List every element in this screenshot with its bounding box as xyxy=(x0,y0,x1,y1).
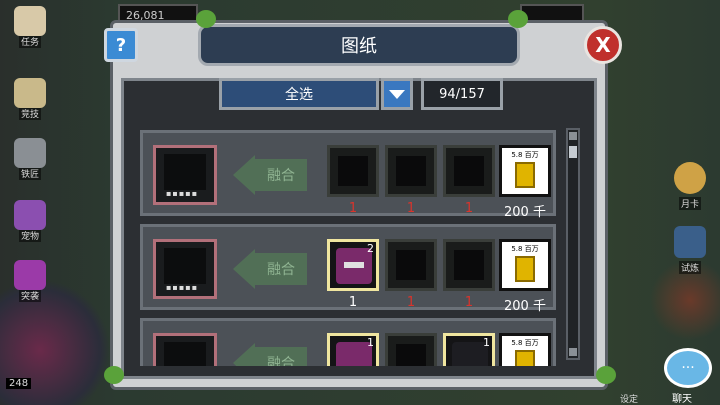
vine-decoration xyxy=(104,366,124,384)
menu-pet[interactable]: 宠物 xyxy=(8,198,52,242)
fuse-button[interactable]: 融合 xyxy=(233,249,313,289)
unknown-monster-icon xyxy=(454,250,484,280)
unknown-monster-icon xyxy=(396,250,426,280)
fuse-button[interactable]: 融合 xyxy=(233,155,313,195)
vine-decoration xyxy=(596,366,616,384)
result-slot[interactable]: ▪▪▪▪▪ xyxy=(153,239,217,299)
unknown-monster-icon xyxy=(164,342,206,366)
ingredient-qty: 1 xyxy=(348,295,358,310)
price: 200 千 xyxy=(504,299,546,314)
recipe-list[interactable]: ▪▪▪▪▪ 融合 1 1 1 5.8 百万 200 千 ▪▪▪▪▪ 融合 2 1… xyxy=(130,126,560,366)
arrow-left-icon xyxy=(233,343,255,366)
star-dots: ▪▪▪▪▪ xyxy=(166,283,199,292)
player-level: 248 xyxy=(6,378,32,389)
filter-select[interactable]: 全选 xyxy=(219,78,379,110)
filter-dropdown-button[interactable] xyxy=(381,78,413,110)
recipe-row[interactable]: ▪▪▪▪▪ 融合 1 1 1 5.8 百万 200 千 xyxy=(140,130,556,220)
gold-cost-label: 5.8 百万 xyxy=(511,151,539,159)
crystal-icon xyxy=(14,260,46,290)
menu-monthly-card[interactable]: 月卡 xyxy=(668,160,712,210)
gold-bar-icon xyxy=(515,350,535,366)
blueprint-count: 94/157 xyxy=(421,78,503,110)
unknown-monster-icon xyxy=(396,344,426,366)
gold-bar-icon xyxy=(515,162,535,188)
help-button[interactable]: ? xyxy=(104,28,138,62)
fuse-label: 融合 xyxy=(255,159,307,191)
swords-icon xyxy=(14,78,46,108)
gold-cost: 5.8 百万 xyxy=(499,333,551,366)
owned-count: 1 xyxy=(367,336,374,349)
ingredient-slot[interactable]: 1 xyxy=(327,333,379,366)
chat-button[interactable]: ··· xyxy=(664,348,712,388)
vine-decoration xyxy=(196,10,216,28)
ingredient-slot[interactable]: 1 xyxy=(443,333,495,366)
scroll-thumb[interactable] xyxy=(569,146,577,158)
arrow-left-icon xyxy=(233,249,255,289)
scroll-down-icon[interactable] xyxy=(569,348,577,356)
chevron-down-icon xyxy=(389,89,405,99)
result-slot[interactable] xyxy=(153,333,217,366)
fuse-label: 融合 xyxy=(255,347,307,366)
menu-pet-label: 宠物 xyxy=(18,229,41,242)
recipe-row[interactable]: ▪▪▪▪▪ 融合 2 1 1 1 5.8 百万 200 千 xyxy=(140,224,556,314)
menu-arena-label: 竞技 xyxy=(18,107,41,120)
settings-label[interactable]: 设定 xyxy=(620,392,638,405)
menu-raid[interactable]: 突袭 xyxy=(8,258,52,302)
menu-smith-label: 铁匠 xyxy=(18,167,41,180)
star-dots: ▪▪▪▪▪ xyxy=(166,189,199,198)
price: 200 千 xyxy=(504,205,546,220)
ingredient-slot[interactable] xyxy=(385,239,437,291)
ingredient-slot[interactable] xyxy=(385,145,437,197)
dialog-title: 图纸 xyxy=(198,24,520,66)
gold-cost-label: 5.8 百万 xyxy=(511,339,539,347)
left-menu: 任务 竞技 铁匠 宠物 突袭 xyxy=(0,0,60,405)
menu-raid-label: 突袭 xyxy=(18,289,41,302)
arrow-left-icon xyxy=(233,155,255,195)
ingredient-qty: 1 xyxy=(406,201,416,216)
result-slot[interactable]: ▪▪▪▪▪ xyxy=(153,145,217,205)
owned-count: 2 xyxy=(367,242,374,255)
ingredient-slot[interactable]: 2 xyxy=(327,239,379,291)
unknown-monster-icon xyxy=(396,156,426,186)
ingredient-qty: 1 xyxy=(406,295,416,310)
menu-trial-label: 试炼 xyxy=(678,261,701,274)
pet-icon xyxy=(14,200,46,230)
ingredient-qty: 1 xyxy=(348,201,358,216)
ingredient-slot[interactable] xyxy=(443,239,495,291)
unknown-monster-icon xyxy=(164,248,206,284)
vine-decoration xyxy=(508,10,528,28)
chat-bubble-icon: ··· xyxy=(681,360,695,376)
ingredient-qty: 1 xyxy=(464,201,474,216)
ingredient-slot[interactable] xyxy=(443,145,495,197)
scroll-up-icon[interactable] xyxy=(569,132,577,140)
menu-trial[interactable]: 试炼 xyxy=(668,224,712,274)
close-button[interactable]: X xyxy=(584,26,622,64)
gold-cost: 5.8 百万 xyxy=(499,145,551,197)
recipe-row[interactable]: 融合 1 1 5.8 百万 xyxy=(140,318,556,366)
owned-count: 1 xyxy=(483,336,490,349)
menu-quest[interactable]: 任务 xyxy=(8,4,52,48)
unknown-monster-icon xyxy=(338,156,368,186)
fuse-button[interactable]: 融合 xyxy=(233,343,313,366)
scroll-icon xyxy=(14,6,46,36)
menu-quest-label: 任务 xyxy=(18,35,41,48)
list-scrollbar[interactable] xyxy=(566,128,580,360)
unknown-monster-icon xyxy=(164,154,206,190)
beast-icon xyxy=(674,226,706,258)
ingredient-slot[interactable] xyxy=(385,333,437,366)
ingredient-slot[interactable] xyxy=(327,145,379,197)
anvil-icon xyxy=(14,138,46,168)
menu-arena[interactable]: 竞技 xyxy=(8,76,52,120)
gold-cost: 5.8 百万 xyxy=(499,239,551,291)
gold-cost-label: 5.8 百万 xyxy=(511,245,539,253)
gold-bar-icon xyxy=(515,256,535,282)
crown-icon xyxy=(674,162,706,194)
ingredient-qty: 1 xyxy=(464,295,474,310)
chat-label: 聊天 xyxy=(672,394,692,405)
fuse-label: 融合 xyxy=(255,253,307,285)
unknown-monster-icon xyxy=(454,156,484,186)
menu-smith[interactable]: 铁匠 xyxy=(8,136,52,180)
menu-monthly-label: 月卡 xyxy=(678,197,701,210)
